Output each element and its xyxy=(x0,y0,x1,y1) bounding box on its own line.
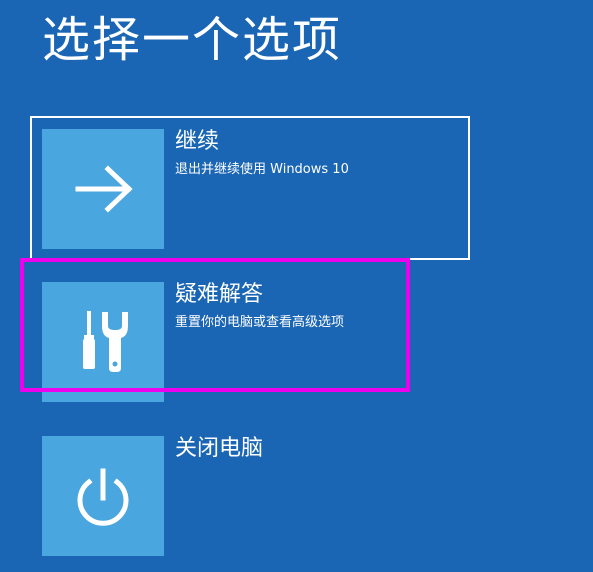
power-icon xyxy=(77,468,129,526)
recovery-screen: 选择一个选项 继续 退出并继续使用 Windows 10 疑难解答 重置你的电脑… xyxy=(0,0,593,572)
troubleshoot-label[interactable]: 疑难解答 xyxy=(175,280,263,310)
continue-label[interactable]: 继续 xyxy=(175,127,219,157)
shutdown-tile[interactable] xyxy=(42,436,164,556)
tools-icon xyxy=(83,311,128,372)
shutdown-option[interactable]: 关闭电脑 xyxy=(42,436,472,556)
continue-option[interactable]: 继续 退出并继续使用 Windows 10 xyxy=(42,129,472,249)
shutdown-label[interactable]: 关闭电脑 xyxy=(175,434,263,464)
troubleshoot-option[interactable]: 疑难解答 重置你的电脑或查看高级选项 xyxy=(42,282,472,402)
continue-tile[interactable] xyxy=(42,129,164,249)
arrow-right-icon xyxy=(75,165,133,213)
troubleshoot-tile[interactable] xyxy=(42,282,164,402)
page-title: 选择一个选项 xyxy=(42,12,343,68)
continue-description[interactable]: 退出并继续使用 Windows 10 xyxy=(175,160,349,180)
troubleshoot-description[interactable]: 重置你的电脑或查看高级选项 xyxy=(175,313,344,333)
